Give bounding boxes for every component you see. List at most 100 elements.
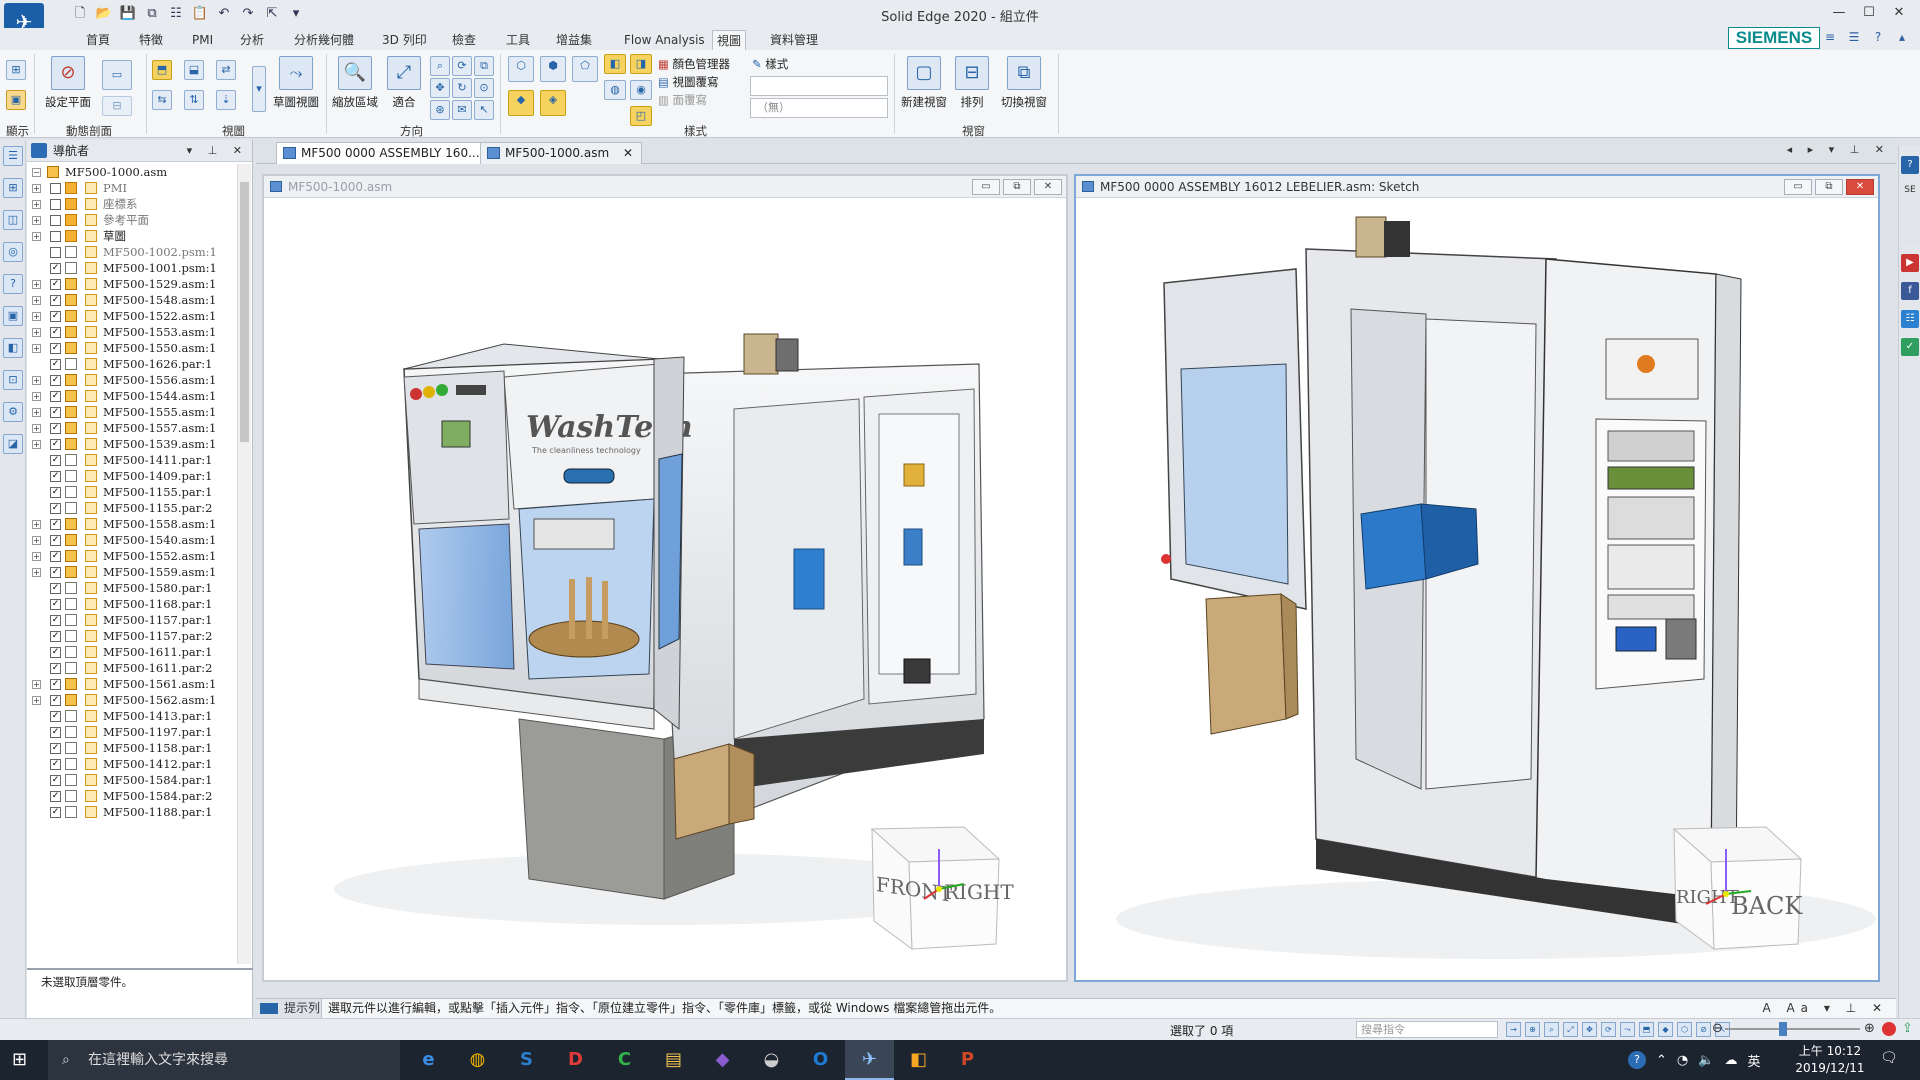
tree-item[interactable]: + PMI [27, 180, 237, 196]
tab-9[interactable]: Flow Analysis [620, 30, 709, 50]
tree-item[interactable]: ✓ MF500-1155.par:1 [27, 484, 237, 500]
visibility-checkbox[interactable]: ✓ [50, 327, 61, 338]
visibility-checkbox[interactable]: ✓ [50, 727, 61, 738]
doc-tab-assembly-16012[interactable]: MF500 0000 ASSEMBLY 160... ✕ [276, 142, 513, 164]
graphics-window-right[interactable]: RIGHT BACK [1076, 199, 1878, 980]
visibility-checkbox[interactable]: ✓ [50, 503, 61, 514]
section-icon[interactable]: ▭ [102, 60, 132, 90]
box-icon[interactable]: ◰ [630, 106, 652, 126]
rotate-icon[interactable]: ⟳ [1601, 1022, 1616, 1037]
part-style-icon[interactable]: ◨ [630, 54, 652, 74]
cloud-icon[interactable]: ☁ [1724, 1053, 1737, 1068]
visibility-checkbox[interactable]: ✓ [50, 599, 61, 610]
tree-item[interactable]: + ✓ MF500-1552.asm:1 [27, 548, 237, 564]
solid-edge-panel-icon[interactable]: SE [1901, 184, 1919, 244]
visibility-checkbox[interactable]: ✓ [50, 807, 61, 818]
pan-icon[interactable]: ✥ [430, 78, 450, 98]
expand-icon[interactable]: + [32, 200, 41, 209]
viewport-left[interactable]: MF500-1000.asm ▭ ⧉ ✕ WashTech The cleanl… [262, 174, 1068, 982]
ribbon-collapse-icon[interactable]: ▴ [1894, 30, 1910, 46]
expand-icon[interactable]: + [32, 696, 41, 705]
close-section-icon[interactable]: ⊟ [102, 96, 132, 116]
spin-icon[interactable]: ↻ [452, 78, 472, 98]
vp-close-button[interactable]: ✕ [1846, 179, 1874, 195]
visibility-checkbox[interactable]: ✓ [50, 551, 61, 562]
expand-icon[interactable]: + [32, 392, 41, 401]
color-manager-button[interactable]: ▦ 顏色管理器 [658, 56, 730, 72]
visibility-checkbox[interactable]: ✓ [50, 423, 61, 434]
tree-item[interactable]: + ✓ MF500-1522.asm:1 [27, 308, 237, 324]
visibility-checkbox[interactable]: ✓ [50, 311, 61, 322]
chevron-up-icon[interactable]: ⌃ [1656, 1053, 1667, 1068]
visibility-checkbox[interactable]: ✓ [50, 487, 61, 498]
tab-6[interactable]: 檢查 [448, 30, 480, 50]
solid-edge-help-icon[interactable]: ? [1901, 156, 1919, 174]
view-fit-icon[interactable]: ⬒ [152, 60, 172, 80]
visibility-checkbox[interactable]: ✓ [50, 679, 61, 690]
arrange-button[interactable]: ⊟ 排列 [954, 56, 990, 110]
shaded-icon[interactable]: ⬡ [508, 56, 534, 82]
visibility-checkbox[interactable] [50, 199, 61, 210]
tree-item[interactable]: ✓ MF500-1157.par:1 [27, 612, 237, 628]
tab-11[interactable]: 資料管理 [766, 30, 822, 50]
visibility-checkbox[interactable]: ✓ [50, 343, 61, 354]
tree-item[interactable]: ✓ MF500-1580.par:1 [27, 580, 237, 596]
tree-item[interactable]: + ✓ MF500-1550.asm:1 [27, 340, 237, 356]
taskbar-search-input[interactable]: ⌕ 在這裡輸入文字來搜尋 [48, 1040, 400, 1080]
render-active-icon[interactable]: ◈ [540, 90, 566, 116]
visibility-checkbox[interactable]: ✓ [50, 791, 61, 802]
visibility-checkbox[interactable]: ✓ [50, 407, 61, 418]
tree-item[interactable]: ✓ MF500-1001.psm:1 [27, 260, 237, 276]
zoom-slider-knob[interactable] [1779, 1022, 1787, 1036]
look-at-icon[interactable]: ⊙ [474, 78, 494, 98]
navigator-controls[interactable]: ▾ ⊥ ✕ [187, 140, 248, 162]
visibility-checkbox[interactable] [50, 215, 61, 226]
expand-icon[interactable]: + [32, 184, 41, 193]
list-icon[interactable]: ≡ [1822, 30, 1838, 46]
tree-item[interactable]: ✓ MF500-1584.par:2 [27, 788, 237, 804]
expand-icon[interactable]: + [32, 552, 41, 561]
tab-2[interactable]: PMI [188, 30, 217, 50]
help-tray-icon[interactable]: ? [1628, 1051, 1646, 1069]
display-icon[interactable]: ⊞ [6, 60, 26, 80]
layers-icon[interactable]: ☰ [1846, 30, 1862, 46]
facebook-icon[interactable]: f [1901, 282, 1919, 300]
vp-minimize-button[interactable]: ▭ [972, 179, 1000, 195]
camtasia-icon[interactable]: C [600, 1040, 649, 1080]
tree-item[interactable]: + ✓ MF500-1562.asm:1 [27, 692, 237, 708]
expand-icon[interactable]: + [32, 440, 41, 449]
visibility-checkbox[interactable]: ✓ [50, 631, 61, 642]
visibility-checkbox[interactable]: ✓ [50, 711, 61, 722]
help-icon[interactable]: ? [1870, 30, 1886, 46]
expand-icon[interactable]: + [32, 280, 41, 289]
visibility-checkbox[interactable]: ✓ [50, 375, 61, 386]
switch-window-button[interactable]: ⧉ 切換視窗 [996, 56, 1052, 110]
collapse-icon[interactable]: − [32, 168, 41, 177]
volume-icon[interactable]: 🔈 [1698, 1053, 1714, 1068]
tree-item[interactable]: ✓ MF500-1411.par:1 [27, 452, 237, 468]
expand-icon[interactable]: + [32, 216, 41, 225]
learning-icon[interactable]: ✓ [1901, 338, 1919, 356]
close-window-button[interactable]: ✕ [1884, 2, 1914, 24]
visible-edges-icon[interactable]: ⬡ [1677, 1022, 1692, 1037]
visibility-checkbox[interactable]: ✓ [50, 647, 61, 658]
expand-icon[interactable]: + [32, 424, 41, 433]
tree-item[interactable]: MF500-1002.psm:1 [27, 244, 237, 260]
tree-item[interactable]: + ✓ MF500-1555.asm:1 [27, 404, 237, 420]
sketch-view-icon[interactable]: ⤳ [1620, 1022, 1635, 1037]
rotate-icon[interactable]: ⟳ [452, 56, 472, 76]
face-style-icon[interactable]: ◧ [604, 54, 626, 74]
doc-tab-mf500-1000[interactable]: MF500-1000.asm ✕ [480, 142, 643, 164]
fish-icon[interactable]: ◒ [747, 1040, 796, 1080]
zoom-area-icon[interactable]: ⊕ [1525, 1022, 1540, 1037]
tab-0[interactable]: 首頁 [82, 30, 114, 50]
view-move-icon[interactable]: ⇆ [152, 90, 172, 110]
visibility-checkbox[interactable]: ✓ [50, 359, 61, 370]
zoom-out-icon[interactable]: ⊖ [1712, 1021, 1723, 1036]
tree-item[interactable]: ✓ MF500-1157.par:2 [27, 628, 237, 644]
tree-item[interactable]: + ✓ MF500-1559.asm:1 [27, 564, 237, 580]
network-icon[interactable]: ◔ [1677, 1053, 1688, 1068]
visibility-checkbox[interactable]: ✓ [50, 615, 61, 626]
face-override-button[interactable]: ▥ 面覆寫 [658, 92, 707, 108]
windows-start-icon[interactable]: ⊞ [12, 1050, 32, 1070]
